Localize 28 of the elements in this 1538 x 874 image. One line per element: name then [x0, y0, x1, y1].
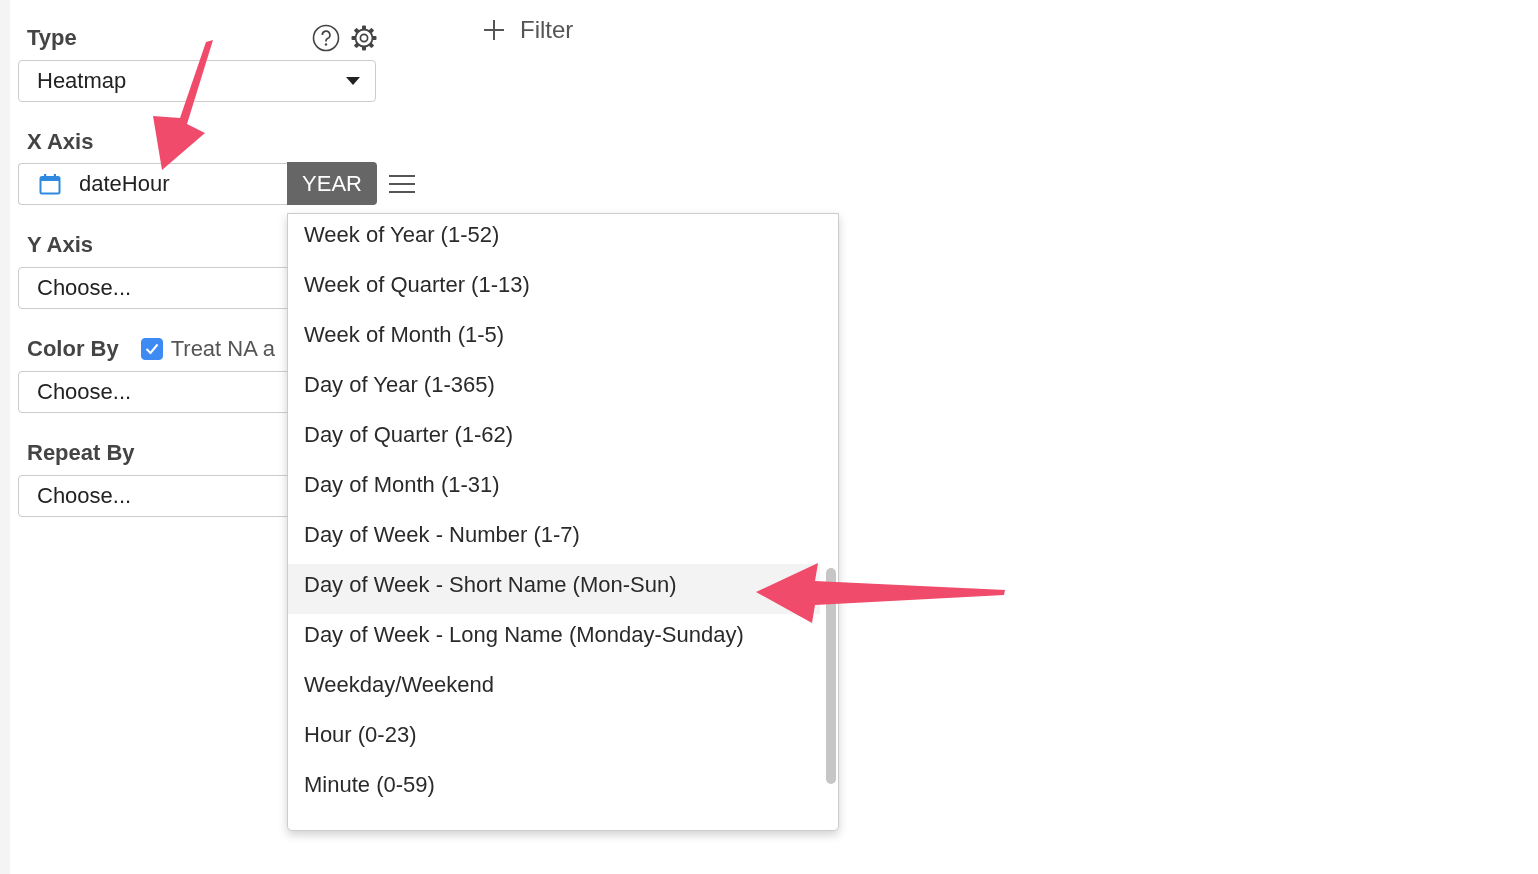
menu-item[interactable]: Week of Year (1-52): [304, 214, 500, 256]
field-label: X Axis: [26, 128, 95, 156]
add-filter-button[interactable]: Filter: [484, 16, 574, 44]
menu-item[interactable]: Minute (0-59): [304, 764, 435, 806]
menu-item[interactable]: Weekday/Weekend: [304, 664, 494, 706]
field-label: Type: [26, 25, 77, 51]
calendar-icon: [39, 172, 61, 195]
menu-item[interactable]: Day of Week - Short Name (Mon-Sun): [304, 564, 677, 606]
settings-icon: [350, 24, 378, 52]
menu-item[interactable]: Day of Quarter (1-62): [304, 414, 514, 456]
check-icon: [144, 343, 159, 355]
chart-type-select[interactable]: Heatmap: [18, 60, 376, 102]
help-icon: [312, 24, 340, 52]
field-label: Color By: [26, 336, 119, 362]
column-field[interactable]: dateHour: [18, 162, 287, 205]
scrollbar[interactable]: [826, 568, 836, 784]
plus-icon: [484, 20, 504, 40]
treat-na-checkbox[interactable]: Treat NA a: [140, 336, 276, 362]
field-label: Y Axis: [26, 232, 94, 258]
field-label: Repeat By: [26, 440, 135, 466]
menu-item[interactable]: Day of Week - Long Name (Monday-Sunday): [304, 614, 744, 656]
date-unit-button[interactable]: YEAR: [287, 162, 377, 205]
menu-item[interactable]: Hour (0-23): [304, 714, 417, 756]
menu-item[interactable]: Day of Week - Number (1-7): [304, 514, 580, 556]
menu-item[interactable]: Week of Month (1-5): [304, 314, 505, 356]
help-button[interactable]: [310, 22, 342, 54]
menu-icon: [389, 172, 415, 195]
caret-icon: [346, 77, 360, 85]
